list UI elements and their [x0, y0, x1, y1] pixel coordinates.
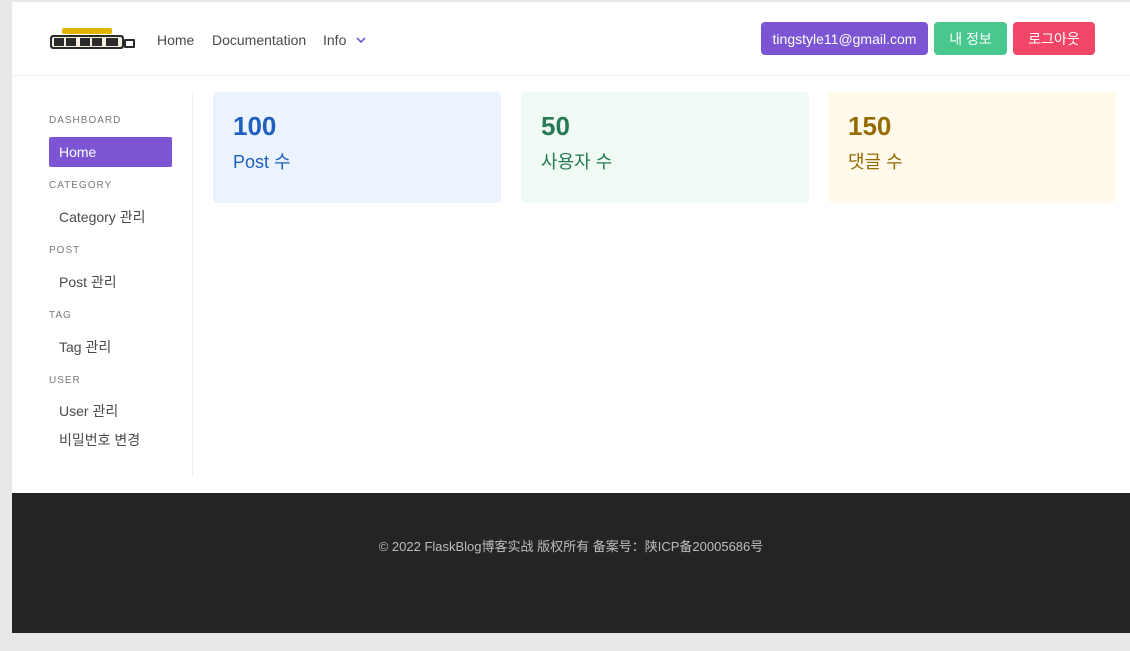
nav-home-link[interactable]: Home [157, 32, 194, 48]
sidebar-item-user-manage[interactable]: User 관리 [49, 396, 172, 426]
user-email-button[interactable]: tingstyle11@gmail.com [761, 22, 928, 55]
sidebar-menu: DASHBOARD Home CATEGORY Category 관리 POST… [12, 94, 193, 477]
my-info-button[interactable]: 내 정보 [934, 22, 1007, 55]
menu-label-post: POST [49, 245, 81, 256]
page-frame: Home Documentation Info tingstyle11@gmai… [12, 2, 1130, 633]
sidebar-item-home[interactable]: Home [49, 137, 172, 167]
logout-button[interactable]: 로그아웃 [1013, 22, 1095, 55]
nav-info-dropdown[interactable]: Info [323, 32, 346, 48]
brand-logo[interactable] [50, 26, 136, 52]
stat-value: 100 [233, 111, 277, 141]
footer-copyright: © 2022 FlaskBlog博客实战 版权所有 备案号：陕ICP备20005… [378, 539, 764, 554]
navbar: Home Documentation Info tingstyle11@gmai… [12, 2, 1130, 76]
menu-label-user: USER [49, 375, 81, 386]
stat-label: Post 수 [233, 152, 291, 172]
sidebar-item-category-manage[interactable]: Category 관리 [49, 202, 172, 232]
stat-label: 댓글 수 [848, 152, 903, 172]
chevron-down-icon[interactable] [355, 35, 367, 45]
sidebar-item-tag-manage[interactable]: Tag 관리 [49, 332, 172, 362]
sidebar-item-post-manage[interactable]: Post 관리 [49, 267, 172, 297]
menu-label-tag: TAG [49, 310, 72, 321]
stat-value: 150 [848, 111, 892, 141]
menu-label-category: CATEGORY [49, 180, 113, 191]
sidebar-item-change-password[interactable]: 비밀번호 변경 [49, 425, 172, 455]
nav-documentation-link[interactable]: Documentation [212, 32, 306, 48]
stat-card-users: 50 사용자 수 [521, 92, 809, 203]
stat-value: 50 [541, 111, 570, 141]
footer: © 2022 FlaskBlog博客实战 版权所有 备案号：陕ICP备20005… [12, 493, 1130, 633]
stat-label: 사용자 수 [541, 152, 613, 172]
menu-label-dashboard: DASHBOARD [49, 115, 122, 126]
stat-card-comments: 150 댓글 수 [828, 92, 1116, 203]
stat-card-posts: 100 Post 수 [213, 92, 501, 203]
